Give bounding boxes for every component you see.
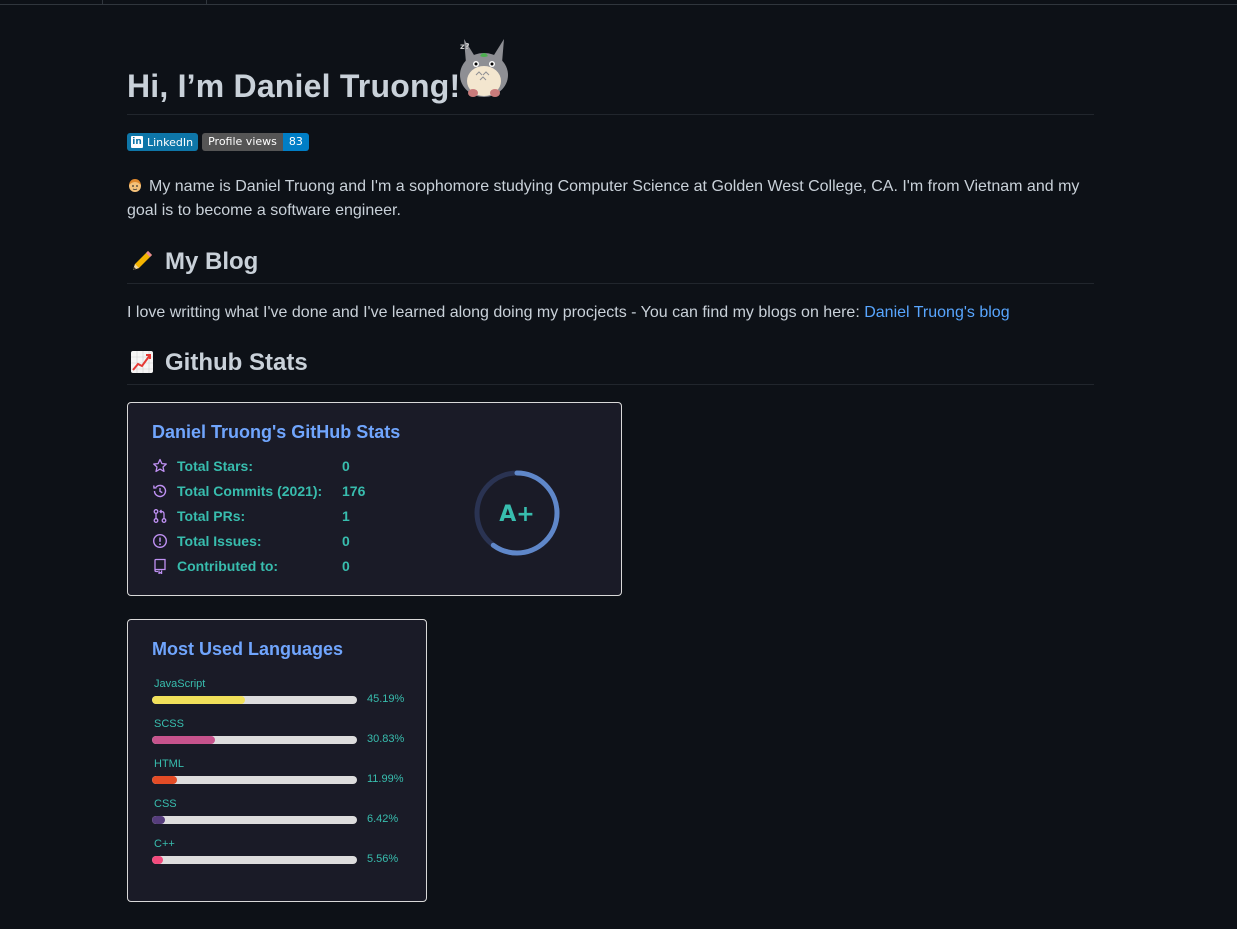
language-row: SCSS 30.83% bbox=[152, 718, 412, 758]
stat-label: Total PRs: bbox=[177, 507, 246, 524]
language-bar-fill bbox=[152, 816, 166, 824]
history-icon bbox=[153, 484, 167, 497]
language-bar-fill bbox=[152, 736, 216, 744]
stat-row-stars: Total Stars: 0 bbox=[152, 453, 350, 478]
active-tab[interactable] bbox=[102, 0, 207, 4]
issue-icon bbox=[152, 533, 168, 548]
languages-card: Most Used Languages JavaScript 45.19% SCSS… bbox=[127, 619, 427, 902]
language-name: CSS bbox=[154, 798, 177, 810]
blog-heading-text: My Blog bbox=[165, 248, 259, 275]
language-percent: 30.83% bbox=[367, 733, 405, 745]
stat-label: Total Issues: bbox=[177, 532, 262, 549]
pull-request-icon bbox=[153, 508, 167, 523]
rank-circle: A+ bbox=[474, 470, 560, 556]
stat-row-prs: Total PRs: 1 bbox=[152, 503, 350, 528]
stat-row-commits: Total Commits (2021): 176 bbox=[152, 478, 365, 503]
language-bar bbox=[152, 696, 357, 704]
rank-grade: A+ bbox=[499, 502, 534, 527]
language-percent: 45.19% bbox=[367, 693, 405, 705]
stat-value: 1 bbox=[342, 507, 350, 524]
stat-label: Total Commits (2021): bbox=[177, 482, 323, 499]
language-row: HTML 11.99% bbox=[152, 758, 412, 798]
language-name: SCSS bbox=[154, 718, 184, 730]
stat-value: 176 bbox=[342, 482, 366, 499]
language-bar bbox=[152, 776, 357, 784]
language-bar-fill bbox=[152, 696, 245, 704]
linkedin-badge[interactable]: in LinkedIn bbox=[127, 133, 199, 151]
stat-value: 0 bbox=[342, 457, 350, 474]
blog-heading: My Blog bbox=[127, 248, 1094, 284]
page-title: Hi, I’m Daniel Truong! z? bbox=[127, 39, 1094, 115]
language-bar-fill bbox=[152, 776, 177, 784]
languages-card-title: Most Used Languages bbox=[152, 639, 344, 659]
language-bar-fill bbox=[152, 856, 164, 864]
student-emoji-icon bbox=[129, 179, 141, 192]
svg-text:z?: z? bbox=[460, 42, 470, 51]
stat-label: Total Stars: bbox=[177, 457, 253, 474]
pencil-icon bbox=[133, 251, 152, 270]
blog-link[interactable]: Daniel Truong's blog bbox=[864, 304, 1009, 321]
page-title-text: Hi, I’m Daniel Truong! bbox=[127, 68, 461, 104]
star-icon bbox=[153, 458, 167, 472]
badge-row: in LinkedIn Profile views 83 bbox=[127, 133, 309, 153]
chart-increasing-icon bbox=[131, 351, 153, 373]
language-bar bbox=[152, 816, 357, 824]
top-tab-bar bbox=[0, 0, 1237, 5]
blog-text: I love writting what I've done and I've … bbox=[127, 304, 865, 321]
stat-value: 0 bbox=[342, 557, 350, 574]
stats-heading: Github Stats bbox=[127, 349, 1094, 385]
language-bar bbox=[152, 856, 357, 864]
repo-icon bbox=[154, 558, 166, 574]
stat-row-issues: Total Issues: 0 bbox=[152, 528, 350, 553]
stat-value: 0 bbox=[342, 532, 350, 549]
intro-text: My name is Daniel Truong and I'm a sopho… bbox=[127, 178, 1080, 219]
totoro-sticker-icon: z? bbox=[460, 39, 508, 97]
language-percent: 6.42% bbox=[367, 813, 399, 825]
stats-card-title: Daniel Truong's GitHub Stats bbox=[152, 422, 401, 442]
language-bar bbox=[152, 736, 357, 744]
language-row: JavaScript 45.19% bbox=[152, 678, 412, 718]
language-name: C++ bbox=[154, 838, 175, 850]
blog-paragraph: I love writting what I've done and I've … bbox=[127, 301, 1010, 325]
stat-label: Contributed to: bbox=[177, 557, 279, 574]
language-name: HTML bbox=[154, 758, 184, 770]
stats-heading-text: Github Stats bbox=[165, 349, 308, 376]
language-name: JavaScript bbox=[154, 678, 206, 690]
language-percent: 5.56% bbox=[367, 853, 399, 865]
language-row: C++ 5.56% bbox=[152, 838, 412, 878]
language-percent: 11.99% bbox=[367, 773, 404, 785]
linkedin-icon: in bbox=[131, 136, 143, 148]
profile-views-badge: Profile views 83 bbox=[202, 133, 309, 151]
stat-row-contributed: Contributed to: 0 bbox=[152, 553, 350, 578]
intro-paragraph: My name is Daniel Truong and I'm a sopho… bbox=[127, 175, 1094, 223]
github-stats-card: Daniel Truong's GitHub Stats Total Stars… bbox=[127, 402, 622, 596]
profile-views-count: 83 bbox=[282, 133, 309, 151]
language-row: CSS 6.42% bbox=[152, 798, 412, 838]
profile-views-label: Profile views bbox=[202, 133, 283, 151]
linkedin-badge-label: LinkedIn bbox=[147, 135, 194, 149]
